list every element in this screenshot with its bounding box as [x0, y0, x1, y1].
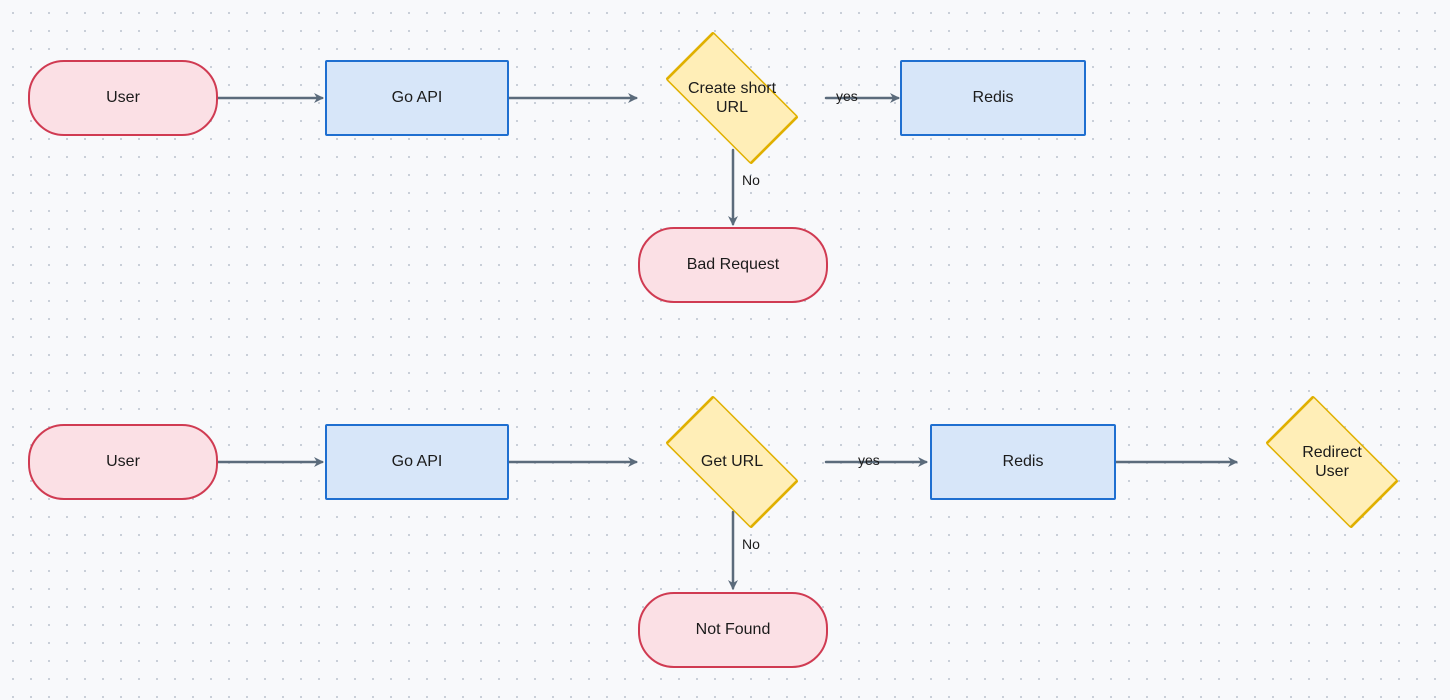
- node-redis-1[interactable]: Redis: [900, 60, 1086, 136]
- node-redirect-user[interactable]: Redirect User: [1240, 410, 1424, 514]
- node-label: User: [106, 452, 140, 472]
- edge-label-yes-1: yes: [836, 88, 858, 104]
- node-label: User: [106, 88, 140, 108]
- node-label: Go API: [392, 452, 443, 472]
- node-user-2[interactable]: User: [28, 424, 218, 500]
- node-label: Redis: [973, 88, 1014, 108]
- node-user-1[interactable]: User: [28, 60, 218, 136]
- edge-label-yes-2: yes: [858, 452, 880, 468]
- node-go-api-1[interactable]: Go API: [325, 60, 509, 136]
- node-bad-request[interactable]: Bad Request: [638, 227, 828, 303]
- node-go-api-2[interactable]: Go API: [325, 424, 509, 500]
- node-get-url[interactable]: Get URL: [640, 410, 824, 514]
- edge-label-no-1: No: [742, 172, 760, 188]
- node-label: Redis: [1003, 452, 1044, 472]
- node-not-found[interactable]: Not Found: [638, 592, 828, 668]
- edge-label-no-2: No: [742, 536, 760, 552]
- node-label: Not Found: [696, 620, 771, 640]
- node-label: Go API: [392, 88, 443, 108]
- node-label: Bad Request: [687, 255, 780, 275]
- node-redis-2[interactable]: Redis: [930, 424, 1116, 500]
- node-create-short-url[interactable]: Create short URL: [640, 46, 824, 150]
